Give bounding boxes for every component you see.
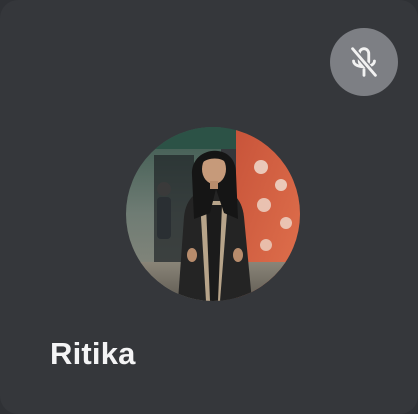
participant-avatar <box>126 127 300 301</box>
microphone-muted-icon <box>349 45 379 79</box>
participant-photo <box>126 127 300 301</box>
mic-muted-indicator[interactable] <box>330 28 398 96</box>
participant-tile[interactable]: Ritika <box>0 0 418 414</box>
participant-name: Ritika <box>50 336 136 371</box>
